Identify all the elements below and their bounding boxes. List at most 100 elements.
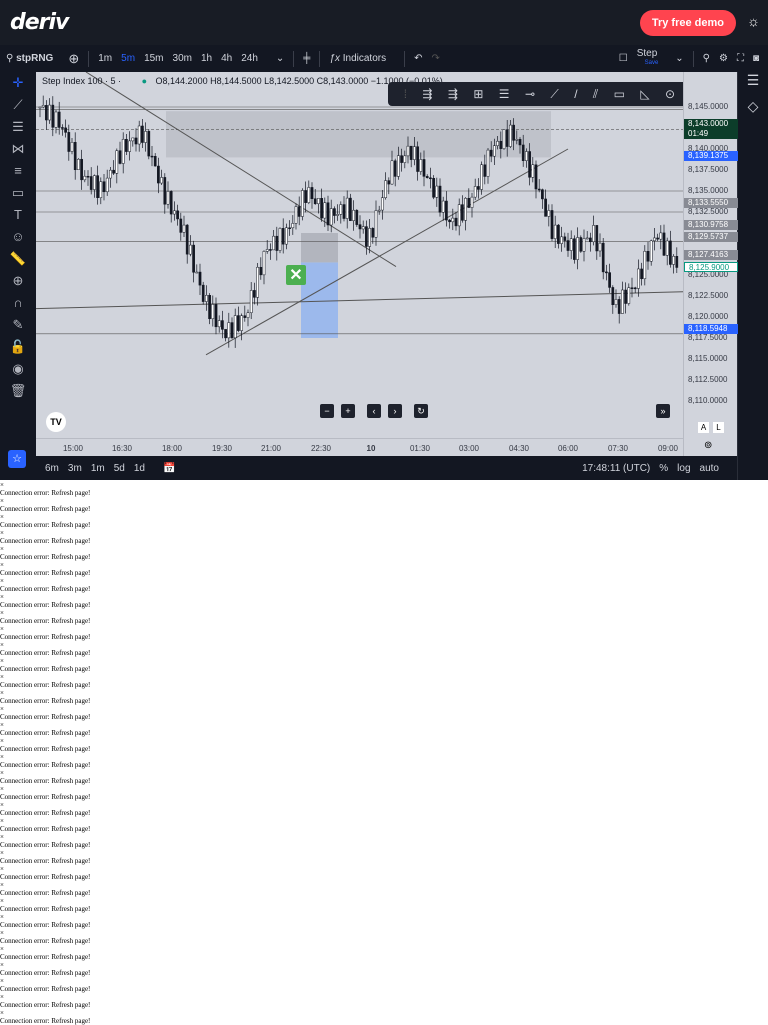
range-6m[interactable]: 6m	[45, 463, 59, 474]
axis-settings-icon[interactable]: ⊚	[704, 440, 712, 451]
dismiss-error-icon[interactable]: ×	[0, 705, 768, 713]
go-to-date-icon[interactable]: 📅	[163, 463, 175, 474]
dismiss-error-icon[interactable]: ×	[0, 593, 768, 601]
screenshot-icon[interactable]: ◙	[753, 53, 759, 64]
lock-icon[interactable]: 🔓	[0, 336, 36, 358]
dismiss-error-icon[interactable]: ×	[0, 609, 768, 617]
grip-icon[interactable]: ⁞	[404, 87, 407, 101]
dismiss-error-icon[interactable]: ×	[0, 737, 768, 745]
chevron-down-icon[interactable]: ⌄	[675, 53, 683, 64]
dismiss-error-icon[interactable]: ×	[0, 497, 768, 505]
chevron-down-icon[interactable]: ⌄	[276, 53, 284, 64]
dismiss-error-icon[interactable]: ×	[0, 881, 768, 889]
eye-icon[interactable]: ◉	[0, 358, 36, 380]
dismiss-error-icon[interactable]: ×	[0, 929, 768, 937]
range-1m[interactable]: 1m	[91, 463, 105, 474]
crosshair-icon[interactable]: ✛	[0, 72, 36, 94]
deriv-logo[interactable]: deriv	[10, 10, 69, 35]
fib-icon[interactable]: ≡	[0, 160, 36, 182]
ruler-icon[interactable]: 📏	[0, 248, 36, 270]
magnet-icon[interactable]: ∩	[0, 292, 36, 314]
grid-icon[interactable]: ⊞	[473, 87, 483, 101]
ray-icon[interactable]: ⟋	[550, 87, 558, 102]
layers-icon[interactable]: ◇	[738, 98, 768, 124]
dismiss-error-icon[interactable]: ×	[0, 529, 768, 537]
range-5d[interactable]: 5d	[114, 463, 125, 474]
dismiss-error-icon[interactable]: ×	[0, 897, 768, 905]
line-icon[interactable]: /	[574, 87, 577, 101]
auto-toggle[interactable]: auto	[700, 463, 719, 474]
fullscreen-icon[interactable]: ⛶	[737, 53, 744, 64]
compare-plus-icon[interactable]: ⊕	[68, 51, 79, 67]
lock-drawings-icon[interactable]: ✎	[0, 314, 36, 336]
interval-5m[interactable]: 5m	[121, 53, 135, 64]
watchlist-icon[interactable]: ☰	[738, 72, 768, 98]
chart-area[interactable]: ✕	[35, 71, 737, 438]
step-save-button[interactable]: Step Save	[637, 49, 667, 67]
dismiss-error-icon[interactable]: ×	[0, 1009, 768, 1017]
horizontal-lines-icon[interactable]: ☰	[0, 116, 36, 138]
interval-30m[interactable]: 30m	[173, 53, 192, 64]
triangle-icon[interactable]: ◺	[640, 87, 649, 101]
dismiss-error-icon[interactable]: ×	[0, 961, 768, 969]
pitchfork-icon[interactable]: ⋈	[0, 138, 36, 160]
hline-icon[interactable]: ⊸	[525, 87, 535, 101]
dismiss-error-icon[interactable]: ×	[0, 577, 768, 585]
favorite-star-button[interactable]: ☆	[8, 450, 26, 468]
dismiss-error-icon[interactable]: ×	[0, 753, 768, 761]
zoom-in-button[interactable]: +	[341, 404, 355, 418]
range-3m[interactable]: 3m	[68, 463, 82, 474]
candle-chart[interactable]: ✕	[35, 71, 684, 438]
scroll-to-latest-button[interactable]: »	[656, 404, 670, 418]
lines-icon[interactable]: ☰	[499, 87, 510, 101]
dismiss-error-icon[interactable]: ×	[0, 817, 768, 825]
percent-toggle[interactable]: %	[659, 463, 668, 474]
try-free-demo-button[interactable]: Try free demo	[639, 10, 736, 36]
symbol-search[interactable]: ⚲ stpRNG	[6, 53, 53, 64]
reset-chart-button[interactable]: ↻	[414, 404, 428, 418]
interval-1m[interactable]: 1m	[98, 53, 112, 64]
interval-1h[interactable]: 1h	[201, 53, 212, 64]
long-position-icon[interactable]: ⇶	[422, 87, 432, 101]
log-toggle[interactable]: log	[677, 463, 690, 474]
indicators-button[interactable]: ƒx Indicators	[329, 53, 395, 64]
dismiss-error-icon[interactable]: ×	[0, 833, 768, 841]
dismiss-error-icon[interactable]: ×	[0, 785, 768, 793]
undo-icon[interactable]: ↶	[414, 53, 422, 64]
zoom-in-icon[interactable]: ⊕	[0, 270, 36, 292]
emoji-icon[interactable]: ☺	[0, 226, 36, 248]
circle-icon[interactable]: ⊙	[665, 87, 675, 101]
settings-icon[interactable]: ⚙	[719, 53, 728, 64]
zoom-out-button[interactable]: −	[320, 404, 334, 418]
quick-search-icon[interactable]: ⚲	[703, 53, 710, 64]
dismiss-error-icon[interactable]: ×	[0, 641, 768, 649]
dismiss-error-icon[interactable]: ×	[0, 993, 768, 1001]
rectangle-icon[interactable]: ▭	[0, 182, 36, 204]
rectangle-icon[interactable]: ▭	[614, 87, 625, 101]
dismiss-error-icon[interactable]: ×	[0, 801, 768, 809]
dismiss-error-icon[interactable]: ×	[0, 481, 768, 489]
range-1d[interactable]: 1d	[134, 463, 145, 474]
dismiss-error-icon[interactable]: ×	[0, 849, 768, 857]
tradingview-logo[interactable]: TV	[46, 412, 66, 432]
dismiss-error-icon[interactable]: ×	[0, 513, 768, 521]
dismiss-error-icon[interactable]: ×	[0, 721, 768, 729]
dismiss-error-icon[interactable]: ×	[0, 625, 768, 633]
text-icon[interactable]: T	[0, 204, 36, 226]
dismiss-error-icon[interactable]: ×	[0, 545, 768, 553]
dismiss-error-icon[interactable]: ×	[0, 769, 768, 777]
dismiss-error-icon[interactable]: ×	[0, 673, 768, 681]
interval-4h[interactable]: 4h	[221, 53, 232, 64]
dismiss-error-icon[interactable]: ×	[0, 865, 768, 873]
scroll-right-button[interactable]: ›	[388, 404, 402, 418]
price-axis[interactable]: A L ⊚ 8,145.0000 8,140.0000 8,137.5000 8,13…	[683, 72, 738, 456]
trendline-icon[interactable]: ⟋	[0, 94, 36, 116]
dismiss-error-icon[interactable]: ×	[0, 913, 768, 921]
layout-checkbox[interactable]: ☐	[619, 53, 628, 64]
trash-icon[interactable]: 🗑	[0, 380, 36, 402]
short-position-icon[interactable]: ⇶	[448, 87, 458, 101]
theme-toggle-icon[interactable]: ☼	[747, 13, 760, 29]
interval-15m[interactable]: 15m	[144, 53, 163, 64]
dismiss-error-icon[interactable]: ×	[0, 561, 768, 569]
scroll-left-button[interactable]: ‹	[367, 404, 381, 418]
